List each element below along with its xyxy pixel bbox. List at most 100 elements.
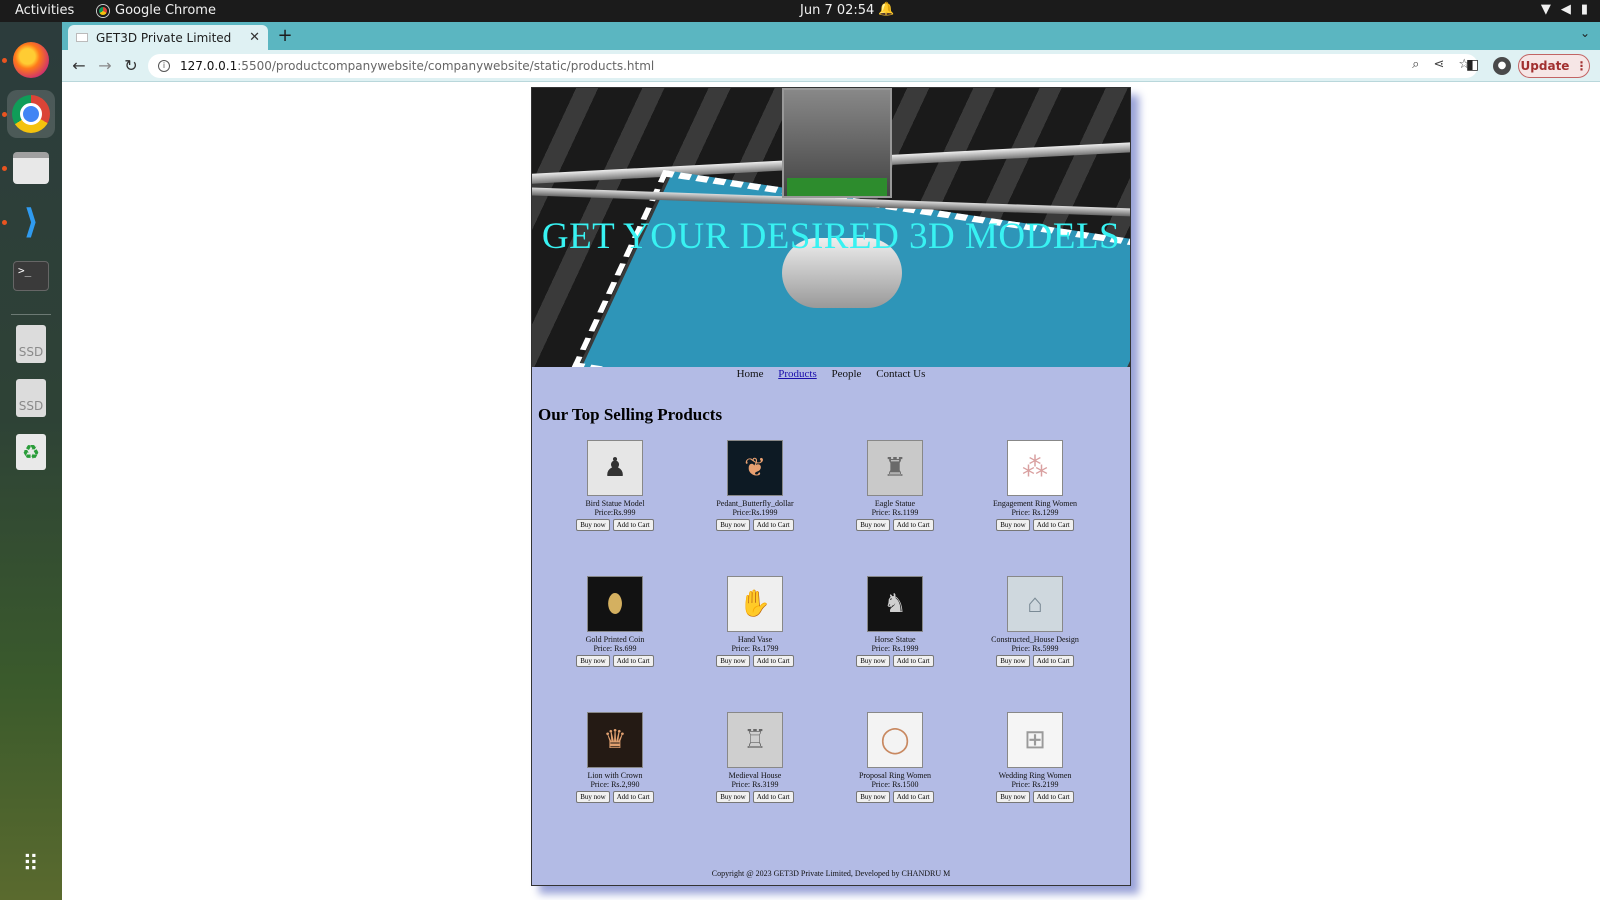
tab-strip: GET3D Private Limited ✕ + ⌄ bbox=[62, 22, 1600, 50]
battery-icon: ▮ bbox=[1580, 2, 1588, 17]
product-price: Price: Rs.1199 bbox=[871, 508, 919, 517]
site-info-icon[interactable]: i bbox=[158, 60, 170, 72]
product-price: Price:Rs.999 bbox=[594, 508, 636, 517]
lion-statue-icon: ♛ bbox=[587, 712, 643, 768]
product-name: Pedant_Butterfly_dollar bbox=[716, 499, 794, 508]
nav-home[interactable]: Home bbox=[737, 368, 764, 380]
butterfly-pendant-icon: ❦ bbox=[727, 440, 783, 496]
buy-now-button[interactable]: Buy now bbox=[996, 519, 1030, 531]
share-icon[interactable]: ⋖ bbox=[1433, 57, 1444, 72]
medieval-house-icon: ♖ bbox=[727, 712, 783, 768]
section-title: Our Top Selling Products bbox=[538, 405, 723, 424]
product-actions: Buy now Add to Cart bbox=[825, 791, 965, 803]
add-to-cart-button[interactable]: Add to Cart bbox=[1032, 519, 1074, 531]
notification-bell-icon[interactable]: 🔔 bbox=[878, 2, 894, 17]
url-path: :5500/productcompanywebsite/companywebsi… bbox=[237, 59, 655, 73]
product-card: ⌂ Constructed_House Design Price: Rs.5999 B… bbox=[965, 576, 1105, 667]
chrome-icon bbox=[12, 95, 50, 133]
buy-now-button[interactable]: Buy now bbox=[856, 791, 890, 803]
product-actions: Buy now Add to Cart bbox=[545, 655, 685, 667]
show-apps-button[interactable]: ⠿ bbox=[7, 840, 55, 888]
app-menu[interactable]: Google Chrome bbox=[97, 3, 216, 18]
nav-contact[interactable]: Contact Us bbox=[876, 368, 925, 380]
product-name: Medieval House bbox=[728, 771, 782, 780]
activities-button[interactable]: Activities bbox=[15, 3, 74, 18]
eagle-statue-icon: ♜ bbox=[867, 440, 923, 496]
volume-icon: ◀ bbox=[1560, 2, 1571, 17]
clock[interactable]: Jun 7 02:54 bbox=[800, 3, 874, 18]
tab-title: GET3D Private Limited bbox=[96, 30, 232, 45]
buy-now-button[interactable]: Buy now bbox=[716, 519, 750, 531]
app-name: Google Chrome bbox=[115, 3, 216, 18]
system-tray[interactable]: ▼ ◀ ▮ bbox=[1541, 2, 1588, 17]
chrome-launcher[interactable] bbox=[7, 90, 55, 138]
reload-icon[interactable]: ↻ bbox=[120, 55, 142, 77]
product-actions: Buy now Add to Cart bbox=[965, 655, 1105, 667]
add-to-cart-button[interactable]: Add to Cart bbox=[1032, 655, 1074, 667]
ssd-drive-1[interactable]: SSD bbox=[7, 320, 55, 368]
add-to-cart-button[interactable]: Add to Cart bbox=[892, 791, 934, 803]
add-to-cart-button[interactable]: Add to Cart bbox=[892, 519, 934, 531]
ssd-drive-2[interactable]: SSD bbox=[7, 374, 55, 422]
zoom-icon[interactable]: ⌕ bbox=[1412, 57, 1419, 72]
buy-now-button[interactable]: Buy now bbox=[996, 791, 1030, 803]
product-price: Price: Rs.699 bbox=[593, 644, 637, 653]
house-icon: ⌂ bbox=[1007, 576, 1063, 632]
product-price: Price: Rs.3199 bbox=[731, 780, 779, 789]
buy-now-button[interactable]: Buy now bbox=[856, 655, 890, 667]
system-top-bar: Activities Google Chrome Jun 7 02:54 🔔 ▼… bbox=[0, 0, 1600, 22]
address-bar[interactable]: i 127.0.0.1:5500/productcompanywebsite/c… bbox=[148, 54, 1478, 78]
add-to-cart-button[interactable]: Add to Cart bbox=[612, 791, 654, 803]
files-launcher[interactable] bbox=[7, 144, 55, 192]
product-price: Price:Rs.1999 bbox=[732, 508, 778, 517]
url-host: 127.0.0.1 bbox=[180, 59, 238, 73]
side-panel-icon[interactable]: ◧ bbox=[1466, 57, 1479, 73]
product-name: Eagle Statue bbox=[874, 499, 916, 508]
nav-people[interactable]: People bbox=[831, 368, 861, 380]
product-price: Price: Rs.1299 bbox=[1011, 508, 1059, 517]
product-actions: Buy now Add to Cart bbox=[685, 519, 825, 531]
dock: ⟩ >_ SSD SSD ♻ ⠿ bbox=[0, 22, 62, 900]
wedding-ring-icon: ⊞ bbox=[1007, 712, 1063, 768]
product-card: ♜ Eagle Statue Price: Rs.1199 Buy now Add to… bbox=[825, 440, 965, 531]
browser-toolbar: ← → ↻ i 127.0.0.1:5500/productcompanyweb… bbox=[62, 50, 1600, 82]
buy-now-button[interactable]: Buy now bbox=[576, 519, 610, 531]
browser-tab[interactable]: GET3D Private Limited ✕ bbox=[68, 25, 268, 50]
buy-now-button[interactable]: Buy now bbox=[716, 791, 750, 803]
buy-now-button[interactable]: Buy now bbox=[716, 655, 750, 667]
nav-products[interactable]: Products bbox=[778, 368, 817, 380]
forward-arrow-icon[interactable]: → bbox=[94, 55, 116, 77]
add-to-cart-button[interactable]: Add to Cart bbox=[1032, 791, 1074, 803]
product-card: ♖ Medieval House Price: Rs.3199 Buy now Add … bbox=[685, 712, 825, 803]
update-label: Update bbox=[1520, 59, 1570, 73]
close-tab-icon[interactable]: ✕ bbox=[249, 30, 260, 45]
product-name: Constructed_House Design bbox=[991, 635, 1079, 644]
product-price: Price: Rs.1500 bbox=[871, 780, 919, 789]
favicon-icon bbox=[76, 33, 88, 42]
buy-now-button[interactable]: Buy now bbox=[996, 655, 1030, 667]
vscode-launcher[interactable]: ⟩ bbox=[7, 198, 55, 246]
buy-now-button[interactable]: Buy now bbox=[856, 519, 890, 531]
product-card: ⊞ Wedding Ring Women Price: Rs.2199 Buy now… bbox=[965, 712, 1105, 803]
back-arrow-icon[interactable]: ← bbox=[68, 55, 90, 77]
profile-avatar-icon[interactable]: ● bbox=[1493, 57, 1511, 75]
tab-search-chevron-icon[interactable]: ⌄ bbox=[1580, 26, 1590, 40]
update-button[interactable]: Update ⋮ bbox=[1518, 54, 1590, 78]
add-to-cart-button[interactable]: Add to Cart bbox=[752, 655, 794, 667]
add-to-cart-button[interactable]: Add to Cart bbox=[752, 519, 794, 531]
add-to-cart-button[interactable]: Add to Cart bbox=[612, 519, 654, 531]
product-card: ♟ Bird Statue Model Price:Rs.999 Buy now Add… bbox=[545, 440, 685, 531]
new-tab-button[interactable]: + bbox=[274, 25, 296, 46]
add-to-cart-button[interactable]: Add to Cart bbox=[892, 655, 934, 667]
chrome-icon bbox=[97, 4, 109, 17]
product-name: Wedding Ring Women bbox=[998, 771, 1072, 780]
add-to-cart-button[interactable]: Add to Cart bbox=[612, 655, 654, 667]
firefox-launcher[interactable] bbox=[7, 36, 55, 84]
add-to-cart-button[interactable]: Add to Cart bbox=[752, 791, 794, 803]
terminal-launcher[interactable]: >_ bbox=[7, 252, 55, 300]
buy-now-button[interactable]: Buy now bbox=[576, 655, 610, 667]
product-card: ◯ Proposal Ring Women Price: Rs.1500 Buy no… bbox=[825, 712, 965, 803]
trash-launcher[interactable]: ♻ bbox=[7, 428, 55, 476]
terminal-icon: >_ bbox=[13, 261, 49, 291]
buy-now-button[interactable]: Buy now bbox=[576, 791, 610, 803]
